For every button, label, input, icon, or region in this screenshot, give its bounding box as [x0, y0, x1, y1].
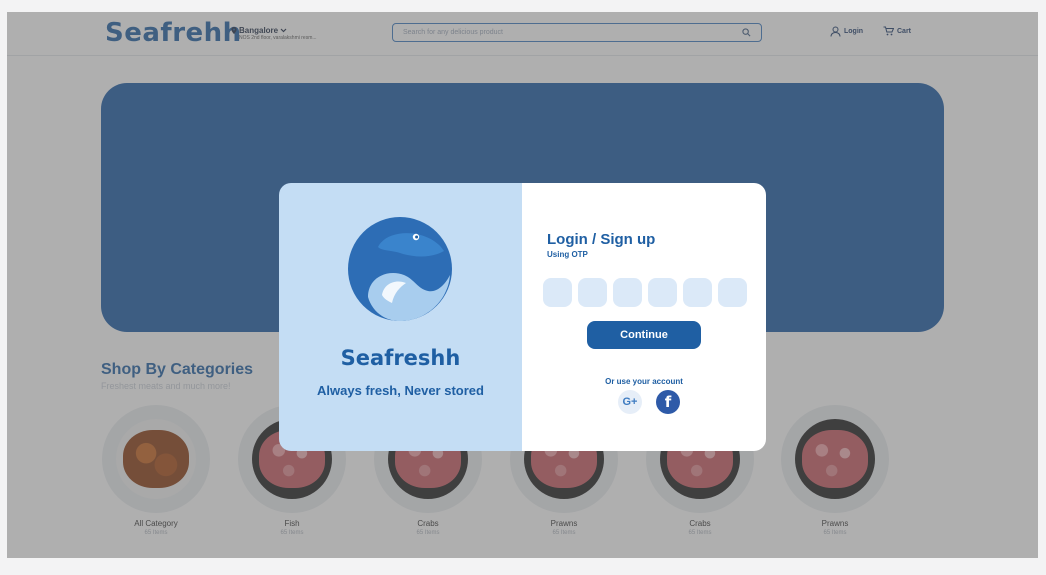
- facebook-login-button[interactable]: f: [656, 390, 680, 414]
- otp-digit-5[interactable]: [683, 278, 712, 307]
- login-title: Login / Sign up: [547, 231, 656, 248]
- otp-digit-3[interactable]: [613, 278, 642, 307]
- continue-button[interactable]: Continue: [587, 321, 701, 349]
- google-login-button[interactable]: G+: [618, 390, 642, 414]
- otp-inputs: [543, 278, 747, 307]
- modal-form-panel: Login / Sign up Using OTP Continue Or us…: [522, 183, 766, 451]
- otp-digit-2[interactable]: [578, 278, 607, 307]
- modal-tagline: Always fresh, Never stored: [317, 383, 484, 398]
- modal-brand-name: Seafreshh: [340, 346, 461, 370]
- modal-brand-panel: Seafreshh Always fresh, Never stored: [279, 183, 522, 451]
- page-frame: Seafrehh Bangalore NOS 2nd floor, varala…: [7, 12, 1038, 558]
- otp-digit-4[interactable]: [648, 278, 677, 307]
- login-subtitle: Using OTP: [547, 250, 588, 259]
- otp-digit-1[interactable]: [543, 278, 572, 307]
- social-login-label: Or use your account: [605, 377, 683, 386]
- login-modal: Seafreshh Always fresh, Never stored Log…: [279, 183, 766, 451]
- fish-logo-icon: [348, 217, 452, 321]
- otp-digit-6[interactable]: [718, 278, 747, 307]
